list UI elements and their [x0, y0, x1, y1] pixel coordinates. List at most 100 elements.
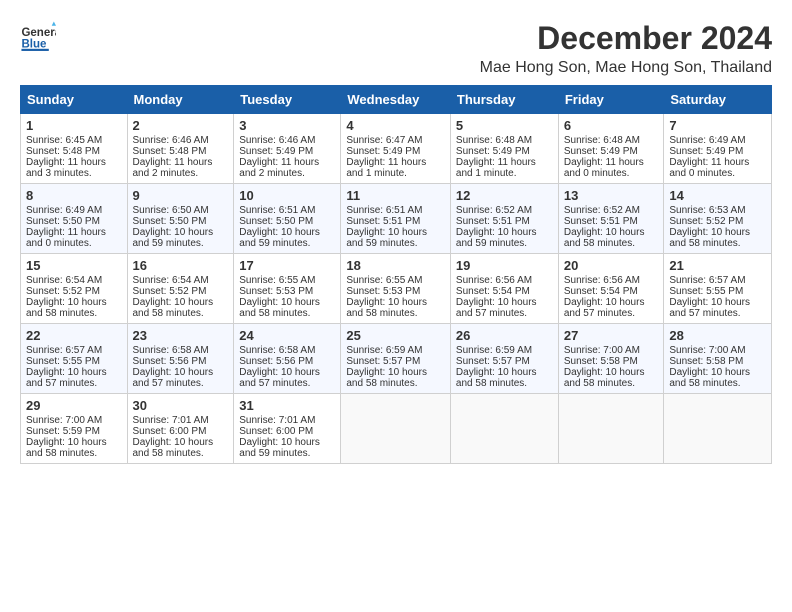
sunrise-text: Sunrise: 6:54 AM — [26, 275, 102, 286]
day-number: 22 — [26, 328, 122, 343]
calendar-cell: 24Sunrise: 6:58 AMSunset: 5:56 PMDayligh… — [234, 324, 341, 394]
calendar-cell: 25Sunrise: 6:59 AMSunset: 5:57 PMDayligh… — [341, 324, 451, 394]
calendar-cell: 14Sunrise: 6:53 AMSunset: 5:52 PMDayligh… — [664, 184, 772, 254]
sunset-text: Sunset: 5:49 PM — [239, 146, 313, 157]
sunset-text: Sunset: 5:50 PM — [239, 216, 313, 227]
day-number: 6 — [564, 118, 659, 133]
logo-icon: General Blue — [20, 20, 56, 56]
calendar-cell: 26Sunrise: 6:59 AMSunset: 5:57 PMDayligh… — [450, 324, 558, 394]
calendar-table: SundayMondayTuesdayWednesdayThursdayFrid… — [20, 85, 772, 464]
sunrise-text: Sunrise: 6:59 AM — [456, 345, 532, 356]
day-number: 17 — [239, 258, 335, 273]
calendar-cell — [450, 394, 558, 464]
daylight-text: Daylight: 11 hours and 2 minutes. — [133, 157, 213, 179]
header: General Blue December 2024 Mae Hong Son,… — [20, 20, 772, 77]
sunrise-text: Sunrise: 6:47 AM — [346, 135, 422, 146]
daylight-text: Daylight: 10 hours and 59 minutes. — [239, 227, 320, 249]
day-number: 26 — [456, 328, 553, 343]
day-number: 13 — [564, 188, 659, 203]
calendar-week-row: 29Sunrise: 7:00 AMSunset: 5:59 PMDayligh… — [21, 394, 772, 464]
sunset-text: Sunset: 5:51 PM — [346, 216, 420, 227]
sunrise-text: Sunrise: 7:00 AM — [26, 415, 102, 426]
calendar-cell: 9Sunrise: 6:50 AMSunset: 5:50 PMDaylight… — [127, 184, 234, 254]
sunrise-text: Sunrise: 6:52 AM — [564, 205, 640, 216]
sunrise-text: Sunrise: 7:01 AM — [239, 415, 315, 426]
daylight-text: Daylight: 11 hours and 0 minutes. — [669, 157, 749, 179]
sunrise-text: Sunrise: 6:59 AM — [346, 345, 422, 356]
calendar-cell: 11Sunrise: 6:51 AMSunset: 5:51 PMDayligh… — [341, 184, 451, 254]
calendar-cell: 6Sunrise: 6:48 AMSunset: 5:49 PMDaylight… — [558, 114, 664, 184]
sunset-text: Sunset: 5:48 PM — [133, 146, 207, 157]
sunset-text: Sunset: 5:49 PM — [346, 146, 420, 157]
calendar-cell: 5Sunrise: 6:48 AMSunset: 5:49 PMDaylight… — [450, 114, 558, 184]
daylight-text: Daylight: 11 hours and 2 minutes. — [239, 157, 319, 179]
day-number: 24 — [239, 328, 335, 343]
calendar-cell: 1Sunrise: 6:45 AMSunset: 5:48 PMDaylight… — [21, 114, 128, 184]
sunset-text: Sunset: 5:55 PM — [669, 286, 743, 297]
calendar-cell: 13Sunrise: 6:52 AMSunset: 5:51 PMDayligh… — [558, 184, 664, 254]
sunrise-text: Sunrise: 6:54 AM — [133, 275, 209, 286]
calendar-week-row: 22Sunrise: 6:57 AMSunset: 5:55 PMDayligh… — [21, 324, 772, 394]
sunset-text: Sunset: 5:58 PM — [669, 356, 743, 367]
day-number: 3 — [239, 118, 335, 133]
day-number: 31 — [239, 398, 335, 413]
sunset-text: Sunset: 5:52 PM — [133, 286, 207, 297]
day-number: 21 — [669, 258, 766, 273]
calendar-week-row: 8Sunrise: 6:49 AMSunset: 5:50 PMDaylight… — [21, 184, 772, 254]
sunset-text: Sunset: 5:51 PM — [456, 216, 530, 227]
daylight-text: Daylight: 10 hours and 58 minutes. — [133, 437, 214, 459]
sunrise-text: Sunrise: 6:56 AM — [456, 275, 532, 286]
svg-text:Blue: Blue — [21, 38, 47, 50]
calendar-cell: 23Sunrise: 6:58 AMSunset: 5:56 PMDayligh… — [127, 324, 234, 394]
calendar-header-thursday: Thursday — [450, 86, 558, 114]
calendar-cell: 21Sunrise: 6:57 AMSunset: 5:55 PMDayligh… — [664, 254, 772, 324]
day-number: 28 — [669, 328, 766, 343]
daylight-text: Daylight: 10 hours and 59 minutes. — [133, 227, 214, 249]
sunrise-text: Sunrise: 6:57 AM — [26, 345, 102, 356]
calendar-cell: 28Sunrise: 7:00 AMSunset: 5:58 PMDayligh… — [664, 324, 772, 394]
daylight-text: Daylight: 10 hours and 57 minutes. — [564, 297, 645, 319]
daylight-text: Daylight: 11 hours and 1 minute. — [456, 157, 536, 179]
daylight-text: Daylight: 10 hours and 59 minutes. — [456, 227, 537, 249]
day-number: 30 — [133, 398, 229, 413]
calendar-cell: 3Sunrise: 6:46 AMSunset: 5:49 PMDaylight… — [234, 114, 341, 184]
daylight-text: Daylight: 10 hours and 58 minutes. — [133, 297, 214, 319]
sunrise-text: Sunrise: 6:55 AM — [239, 275, 315, 286]
daylight-text: Daylight: 11 hours and 0 minutes. — [26, 227, 106, 249]
day-number: 9 — [133, 188, 229, 203]
calendar-header-monday: Monday — [127, 86, 234, 114]
calendar-cell: 22Sunrise: 6:57 AMSunset: 5:55 PMDayligh… — [21, 324, 128, 394]
daylight-text: Daylight: 10 hours and 58 minutes. — [239, 297, 320, 319]
calendar-cell: 4Sunrise: 6:47 AMSunset: 5:49 PMDaylight… — [341, 114, 451, 184]
sunset-text: Sunset: 5:56 PM — [133, 356, 207, 367]
day-number: 25 — [346, 328, 445, 343]
sunrise-text: Sunrise: 6:52 AM — [456, 205, 532, 216]
day-number: 11 — [346, 188, 445, 203]
daylight-text: Daylight: 10 hours and 58 minutes. — [669, 227, 750, 249]
sunset-text: Sunset: 5:57 PM — [346, 356, 420, 367]
sunrise-text: Sunrise: 6:48 AM — [456, 135, 532, 146]
day-number: 15 — [26, 258, 122, 273]
month-title: December 2024 — [480, 20, 772, 57]
calendar-header-wednesday: Wednesday — [341, 86, 451, 114]
calendar-header-friday: Friday — [558, 86, 664, 114]
day-number: 27 — [564, 328, 659, 343]
sunset-text: Sunset: 5:51 PM — [564, 216, 638, 227]
day-number: 10 — [239, 188, 335, 203]
sunset-text: Sunset: 5:50 PM — [133, 216, 207, 227]
calendar-header-row: SundayMondayTuesdayWednesdayThursdayFrid… — [21, 86, 772, 114]
day-number: 7 — [669, 118, 766, 133]
calendar-cell: 16 Sunrise: 6:54 AMSunset: 5:52 PMDayligh… — [127, 254, 234, 324]
day-number: 16 — [133, 258, 229, 273]
day-number: 5 — [456, 118, 553, 133]
sunset-text: Sunset: 5:48 PM — [26, 146, 100, 157]
calendar-cell: 12Sunrise: 6:52 AMSunset: 5:51 PMDayligh… — [450, 184, 558, 254]
day-number: 18 — [346, 258, 445, 273]
sunset-text: Sunset: 5:55 PM — [26, 356, 100, 367]
calendar-cell: 2Sunrise: 6:46 AMSunset: 5:48 PMDaylight… — [127, 114, 234, 184]
calendar-header-sunday: Sunday — [21, 86, 128, 114]
daylight-text: Daylight: 11 hours and 3 minutes. — [26, 157, 106, 179]
day-number: 4 — [346, 118, 445, 133]
sunrise-text: Sunrise: 6:51 AM — [239, 205, 315, 216]
calendar-week-row: 15Sunrise: 6:54 AMSunset: 5:52 PMDayligh… — [21, 254, 772, 324]
